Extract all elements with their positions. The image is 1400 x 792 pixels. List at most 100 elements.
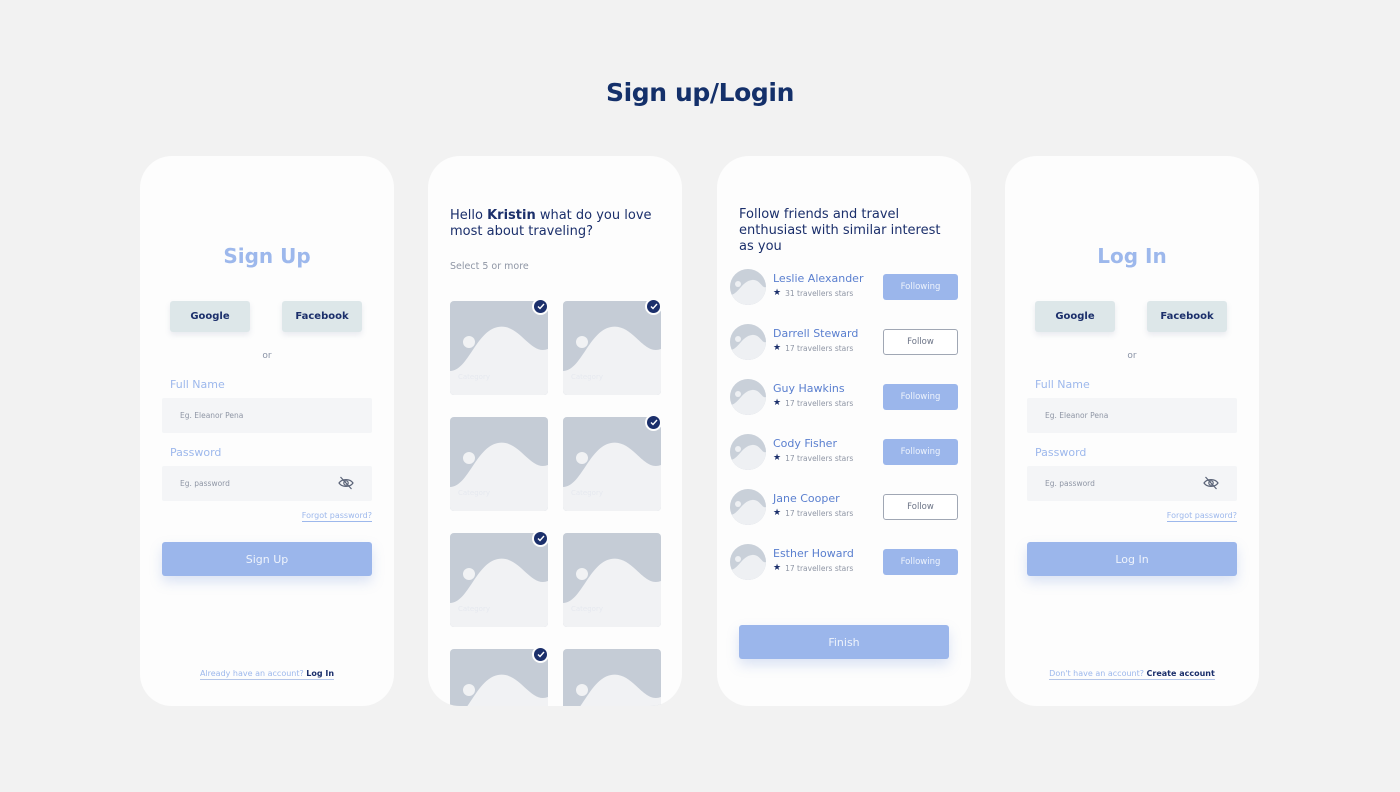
forgot-password-link[interactable]: Forgot password? [1166, 511, 1237, 522]
follow-button[interactable]: Follow [883, 329, 958, 355]
person-stars-text: 17 travellers stars [785, 343, 854, 353]
person-stars: ★ 17 travellers stars [773, 508, 853, 518]
full-name-placeholder: Eg. Eleanor Pena [1045, 411, 1109, 420]
password-label: Password [1035, 446, 1087, 459]
password-label: Password [170, 446, 222, 459]
interest-tile[interactable]: Category [563, 533, 661, 627]
star-icon: ★ [773, 288, 782, 298]
login-link[interactable]: Log In [306, 669, 334, 678]
create-account-prompt: Don't have an account? Create account [1005, 669, 1259, 680]
greeting-prefix: Hello [450, 208, 488, 223]
or-divider: or [262, 351, 272, 361]
image-placeholder-icon [563, 649, 661, 706]
interest-tile-label: Category [571, 489, 603, 497]
person-stars-text: 31 travellers stars [785, 288, 854, 298]
following-button[interactable]: Following [883, 384, 958, 410]
person-stars-text: 17 travellers stars [785, 453, 854, 463]
star-icon: ★ [773, 563, 782, 573]
sign-up-button[interactable]: Sign Up [162, 542, 372, 576]
interest-tile[interactable]: Category [450, 301, 548, 395]
login-title: Log In [1097, 244, 1167, 268]
select-hint: Select 5 or more [450, 261, 529, 272]
create-account-prompt-text: Don't have an account? [1049, 669, 1144, 678]
following-button[interactable]: Following [883, 549, 958, 575]
person-name[interactable]: Darrell Steward [773, 327, 858, 340]
eye-off-icon[interactable] [1203, 476, 1219, 490]
follow-card: Follow friends and travel enthusiast wit… [717, 156, 971, 706]
person-stars-text: 17 travellers stars [785, 563, 854, 573]
person-stars-text: 17 travellers stars [785, 398, 854, 408]
person-name[interactable]: Jane Cooper [773, 492, 840, 505]
page-title: Sign up/Login [606, 78, 794, 107]
signup-title: Sign Up [223, 244, 311, 268]
person-stars: ★ 17 travellers stars [773, 453, 853, 463]
check-icon [532, 298, 549, 315]
follow-button[interactable]: Follow [883, 494, 958, 520]
check-icon [532, 530, 549, 547]
or-divider: or [1127, 351, 1137, 361]
person-row: Esther Howard ★ 17 travellers stars Followi… [730, 542, 960, 582]
person-stars-text: 17 travellers stars [785, 508, 854, 518]
interest-tile-label: Category [458, 373, 490, 381]
avatar [730, 379, 766, 415]
person-row: Guy Hawkins ★ 17 travellers stars Following [730, 377, 960, 417]
interest-tile[interactable]: Category [563, 649, 661, 706]
facebook-button[interactable]: Facebook [1147, 301, 1227, 332]
person-stars: ★ 17 travellers stars [773, 398, 853, 408]
login-prompt-text: Already have an account? [199, 669, 304, 678]
avatar [730, 434, 766, 470]
password-placeholder: Eg. password [1045, 479, 1095, 488]
login-card: Log In Google Facebook or Full Name Eg. … [1005, 156, 1259, 706]
create-account-link[interactable]: Create account [1147, 669, 1215, 678]
login-prompt: Already have an account? Log In [140, 669, 394, 680]
interest-tile-label: Category [458, 605, 490, 613]
check-icon [532, 646, 549, 663]
interest-tile[interactable]: Category [563, 417, 661, 511]
avatar [730, 489, 766, 525]
full-name-label: Full Name [170, 378, 225, 391]
full-name-field[interactable]: Eg. Eleanor Pena [1027, 398, 1237, 433]
facebook-button[interactable]: Facebook [282, 301, 362, 332]
avatar [730, 544, 766, 580]
interest-tile[interactable]: Category [450, 533, 548, 627]
finish-button[interactable]: Finish [739, 625, 949, 659]
password-field[interactable]: Eg. password [1027, 466, 1237, 501]
password-placeholder: Eg. password [180, 479, 230, 488]
signup-card: Sign Up Google Facebook or Full Name Eg.… [140, 156, 394, 706]
check-icon [645, 414, 662, 431]
star-icon: ★ [773, 343, 782, 353]
star-icon: ★ [773, 453, 782, 463]
interest-tile[interactable]: Category [563, 301, 661, 395]
password-field[interactable]: Eg. password [162, 466, 372, 501]
person-row: Cody Fisher ★ 17 travellers stars Following [730, 432, 960, 472]
full-name-placeholder: Eg. Eleanor Pena [180, 411, 244, 420]
check-icon [645, 298, 662, 315]
forgot-password-link[interactable]: Forgot password? [301, 511, 372, 522]
person-row: Leslie Alexander ★ 31 travellers stars Foll… [730, 267, 960, 307]
person-stars: ★ 31 travellers stars [773, 288, 853, 298]
full-name-field[interactable]: Eg. Eleanor Pena [162, 398, 372, 433]
interests-card: Hello Kristin what do you love most abou… [428, 156, 682, 706]
full-name-label: Full Name [1035, 378, 1090, 391]
google-button[interactable]: Google [1035, 301, 1115, 332]
person-stars: ★ 17 travellers stars [773, 343, 853, 353]
eye-off-icon[interactable] [338, 476, 354, 490]
interest-tile-label: Category [571, 373, 603, 381]
star-icon: ★ [773, 398, 782, 408]
person-name[interactable]: Guy Hawkins [773, 382, 845, 395]
person-name[interactable]: Cody Fisher [773, 437, 837, 450]
person-stars: ★ 17 travellers stars [773, 563, 853, 573]
log-in-button[interactable]: Log In [1027, 542, 1237, 576]
person-row: Jane Cooper ★ 17 travellers stars Follow [730, 487, 960, 527]
star-icon: ★ [773, 508, 782, 518]
person-name[interactable]: Esther Howard [773, 547, 854, 560]
following-button[interactable]: Following [883, 274, 958, 300]
avatar [730, 269, 766, 305]
interest-tile[interactable]: Category [450, 417, 548, 511]
person-row: Darrell Steward ★ 17 travellers stars Follo… [730, 322, 960, 362]
interest-tile-label: Category [458, 489, 490, 497]
google-button[interactable]: Google [170, 301, 250, 332]
person-name[interactable]: Leslie Alexander [773, 272, 863, 285]
follow-title: Follow friends and travel enthusiast wit… [739, 207, 941, 254]
following-button[interactable]: Following [883, 439, 958, 465]
